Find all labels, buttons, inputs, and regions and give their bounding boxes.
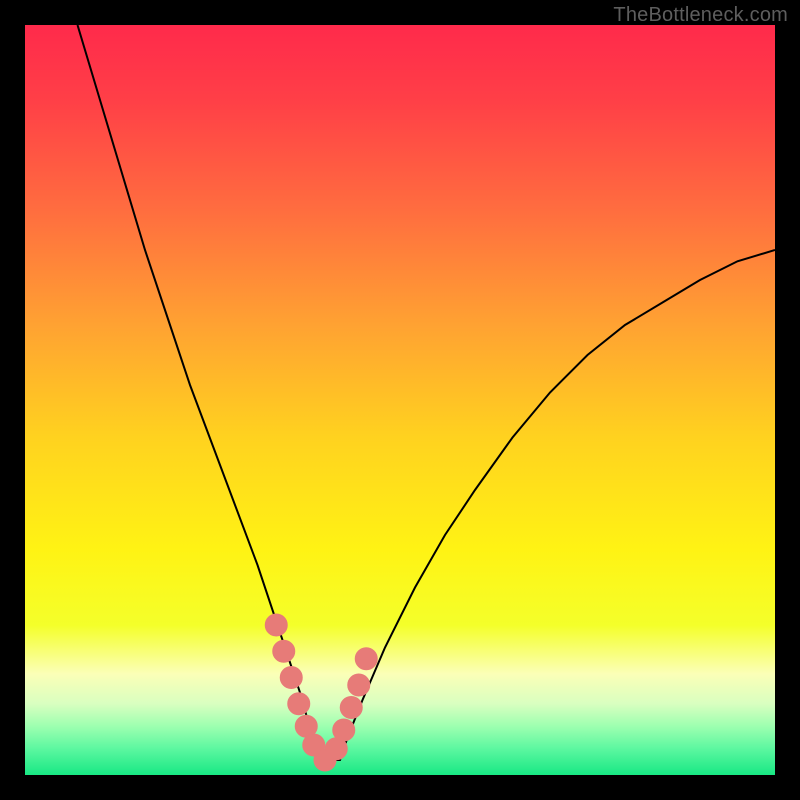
marker-dot	[340, 697, 362, 719]
marker-dot	[355, 648, 377, 670]
marker-dot	[333, 719, 355, 741]
plot-area	[25, 25, 775, 775]
marker-dot	[280, 667, 302, 689]
watermark-text: TheBottleneck.com	[613, 4, 788, 27]
marker-dot	[273, 640, 295, 662]
gradient-background	[25, 25, 775, 775]
bottleneck-chart	[25, 25, 775, 775]
marker-dot	[288, 693, 310, 715]
marker-dot	[348, 674, 370, 696]
marker-dot	[265, 614, 287, 636]
chart-frame: TheBottleneck.com	[0, 0, 800, 800]
